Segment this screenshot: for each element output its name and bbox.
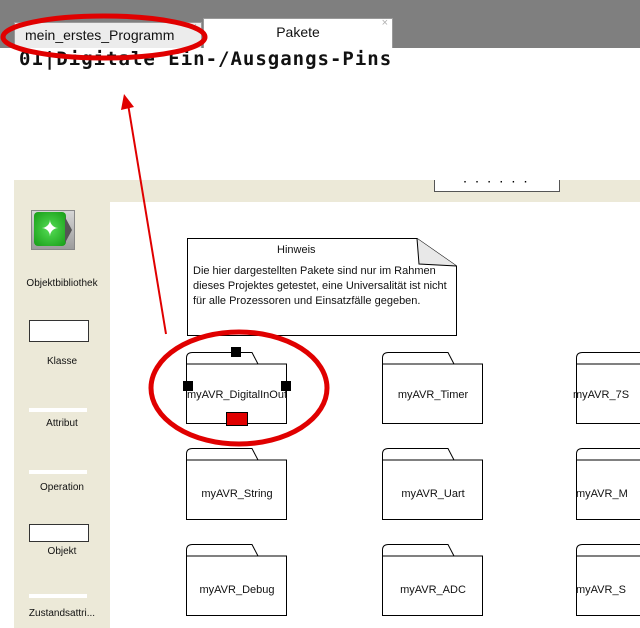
annotation-ellipse-package bbox=[148, 329, 330, 447]
annotation-ellipse-tab bbox=[0, 13, 208, 61]
annotation-arrow-head bbox=[121, 94, 134, 110]
annotation-overlay bbox=[0, 13, 330, 447]
annotation-arrow-line bbox=[127, 103, 167, 335]
